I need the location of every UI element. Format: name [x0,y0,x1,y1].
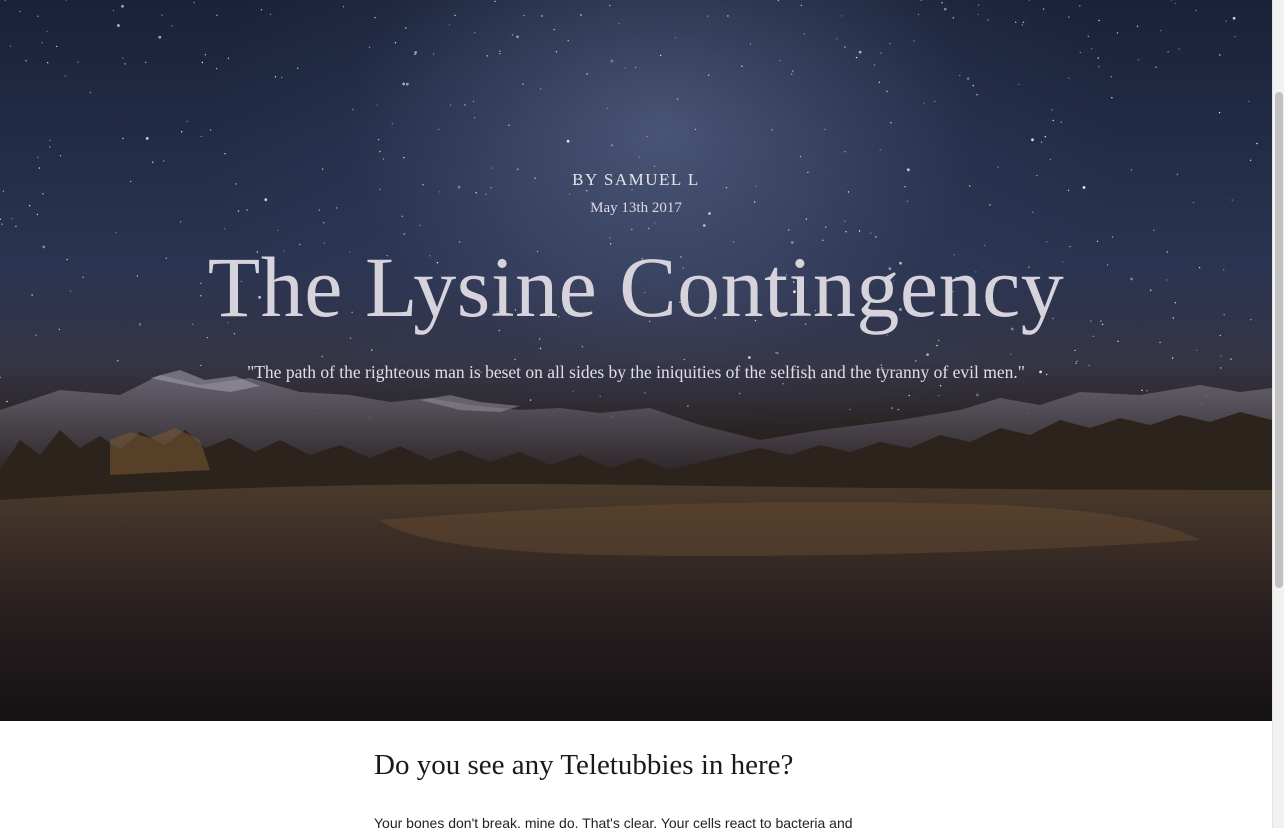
body-paragraph: Your bones don't break, mine do. That's … [374,815,853,828]
scrollbar-thumb[interactable] [1275,92,1283,588]
author-byline: BY SAMUEL L [572,170,700,189]
article-title: The Lysine Contingency [207,239,1065,335]
page-scrollbar[interactable] [1272,0,1284,828]
article-body: Do you see any Teletubbies in here? Your… [0,721,1272,828]
hero-section: BY SAMUEL L May 13th 2017 The Lysine Con… [0,0,1272,721]
section-heading: Do you see any Teletubbies in here? [374,749,794,781]
article-quote: "The path of the righteous man is beset … [247,362,1025,382]
hero-content: BY SAMUEL L May 13th 2017 The Lysine Con… [0,0,1272,721]
publish-date: May 13th 2017 [590,200,682,216]
